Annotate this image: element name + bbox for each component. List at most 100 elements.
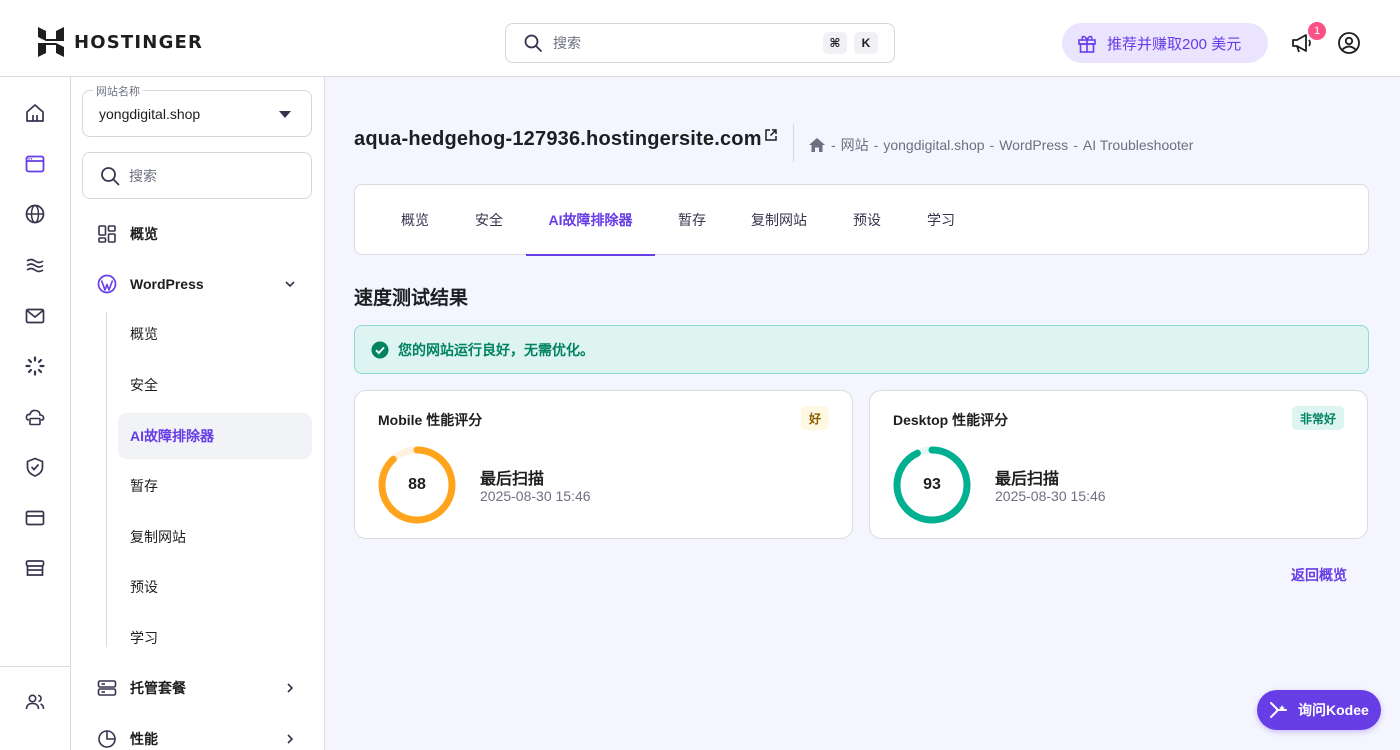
store-icon[interactable]	[24, 557, 46, 579]
sidebar-item-overview[interactable]: 概览	[82, 211, 312, 257]
shortcut-key-cmd: ⌘	[823, 32, 847, 54]
score-value: 93	[923, 476, 941, 493]
sidebar-subitem-ai-troubleshooter[interactable]: AI故障排除器	[118, 413, 312, 459]
breadcrumb: - 网站 - yongdigital.shop - WordPress - AI…	[808, 135, 1193, 155]
ask-kodee-button[interactable]: 询问Kodee	[1257, 690, 1381, 730]
ask-kodee-label: 询问Kodee	[1298, 702, 1369, 718]
sidebar-subitem-presets[interactable]: 预设	[118, 564, 312, 610]
sidebar-item-performance[interactable]: 性能	[82, 716, 312, 750]
title-divider	[793, 124, 794, 162]
sidebar-item-label: 性能	[130, 731, 158, 747]
brand-name: HOSTINGER	[74, 31, 204, 53]
search-icon	[524, 34, 542, 52]
submenu-guide-line	[106, 312, 107, 647]
account-icon[interactable]	[1337, 31, 1361, 55]
search-icon	[101, 166, 120, 185]
status-alert-text: 您的网站运行良好，无需优化。	[398, 341, 594, 358]
cloud-server-icon[interactable]	[24, 406, 46, 428]
kodee-sparkle-icon	[1270, 702, 1287, 718]
last-scan-title: 最后扫描	[995, 471, 1060, 488]
referral-button[interactable]: 推荐并赚取200 美元	[1062, 23, 1268, 63]
gift-icon	[1078, 35, 1096, 53]
website-icon[interactable]	[24, 153, 46, 175]
card-title: Desktop 性能评分	[893, 412, 1009, 428]
tab-bar: 概览 安全 AI故障排除器 暂存 复制网站 预设 学习	[354, 184, 1369, 256]
tab-clone-site[interactable]: 复制网站	[745, 185, 813, 255]
mobile-score-card: Mobile 性能评分 好 88 最后扫描 2025-08-30 15:46	[354, 390, 853, 539]
tab-overview[interactable]: 概览	[387, 185, 443, 255]
dropdown-caret-icon	[279, 111, 291, 118]
breadcrumb-item-wordpress[interactable]: WordPress	[999, 137, 1068, 153]
breadcrumb-separator: -	[873, 137, 879, 153]
website-selector[interactable]: 网站名称 yongdigital.shop	[82, 83, 312, 137]
layers-icon[interactable]	[24, 254, 46, 276]
shield-icon[interactable]	[24, 456, 46, 478]
global-search[interactable]: 搜索 ⌘ K	[505, 23, 895, 63]
tab-security[interactable]: 安全	[461, 185, 517, 255]
chevron-right-icon	[287, 683, 294, 693]
sidebar-item-label: WordPress	[130, 276, 204, 292]
score-value: 88	[408, 476, 426, 493]
sidebar-subitem-overview[interactable]: 概览	[118, 311, 312, 357]
pie-chart-icon	[98, 730, 116, 748]
rail-divider	[0, 666, 70, 667]
search-placeholder: 搜索	[553, 35, 581, 51]
check-circle-icon	[371, 341, 389, 358]
dashboard-icon	[98, 225, 116, 243]
last-scan-date: 2025-08-30 15:46	[480, 488, 591, 504]
sidebar-subitem-security[interactable]: 安全	[118, 362, 312, 408]
announcements-button[interactable]: 1	[1290, 22, 1326, 56]
tab-learn[interactable]: 学习	[913, 185, 969, 255]
section-title: 速度测试结果	[354, 288, 469, 309]
sidebar: 网站名称 yongdigital.shop 搜索 概览 WordPress 概览…	[71, 77, 325, 750]
sidebar-item-wordpress[interactable]: WordPress	[82, 261, 312, 307]
breadcrumb-separator: -	[1073, 137, 1078, 153]
website-selector-value: yongdigital.shop	[99, 106, 201, 122]
breadcrumb-item-websites[interactable]: 网站	[841, 135, 869, 155]
back-to-overview-link[interactable]: 返回概览	[1291, 565, 1347, 585]
users-icon[interactable]	[24, 691, 46, 713]
tab-presets[interactable]: 预设	[839, 185, 895, 255]
globe-icon[interactable]	[24, 203, 46, 225]
last-scan-date: 2025-08-30 15:46	[995, 488, 1106, 504]
breadcrumb-separator: -	[831, 137, 836, 153]
tab-ai-troubleshooter[interactable]: AI故障排除器	[526, 185, 655, 256]
sidebar-subitem-staging[interactable]: 暂存	[118, 463, 312, 509]
loader-icon[interactable]	[24, 355, 46, 377]
breadcrumb-item-current: AI Troubleshooter	[1082, 137, 1194, 153]
card-title: Mobile 性能评分	[378, 412, 483, 428]
chevron-down-icon	[285, 281, 295, 288]
sidebar-search-placeholder: 搜索	[129, 167, 157, 184]
wordpress-icon	[97, 274, 117, 294]
hostinger-logo-icon	[38, 27, 64, 57]
credit-card-icon[interactable]	[24, 507, 46, 529]
sidebar-subitem-clone-site[interactable]: 复制网站	[118, 514, 312, 560]
sidebar-item-label: 托管套餐	[130, 680, 186, 696]
mail-icon[interactable]	[24, 305, 46, 327]
external-link-icon[interactable]	[764, 128, 778, 142]
referral-label: 推荐并赚取200 美元	[1107, 35, 1242, 53]
sidebar-search-input[interactable]: 搜索	[82, 152, 312, 199]
last-scan-title: 最后扫描	[480, 471, 545, 488]
sidebar-item-hosting-plan[interactable]: 托管套餐	[82, 665, 312, 711]
status-badge: 非常好	[1291, 406, 1344, 430]
status-alert: 您的网站运行良好，无需优化。	[354, 325, 1369, 374]
breadcrumb-item-site[interactable]: yongdigital.shop	[883, 137, 984, 153]
website-selector-label: 网站名称	[93, 83, 143, 99]
hostinger-logo[interactable]: HOSTINGER	[38, 27, 203, 57]
desktop-score-card: Desktop 性能评分 非常好 93 最后扫描 2025-08-30 15:4…	[869, 390, 1368, 539]
icon-rail	[0, 77, 71, 750]
status-badge: 好	[800, 406, 829, 430]
home-icon[interactable]	[24, 102, 46, 124]
sidebar-subitem-learn[interactable]: 学习	[118, 615, 312, 661]
page-title: aqua-hedgehog-127936.hostingersite.com	[354, 128, 762, 150]
breadcrumb-separator: -	[989, 137, 995, 153]
sidebar-item-label: 概览	[130, 226, 158, 242]
notification-badge: 1	[1308, 22, 1326, 40]
shortcut-key-k: K	[854, 32, 878, 54]
top-header: HOSTINGER 搜索 ⌘ K 推荐并赚取200 美元 1	[0, 0, 1400, 77]
server-icon	[97, 680, 117, 696]
tab-staging[interactable]: 暂存	[664, 185, 720, 255]
chevron-right-icon	[287, 734, 294, 744]
home-icon[interactable]	[808, 137, 826, 153]
